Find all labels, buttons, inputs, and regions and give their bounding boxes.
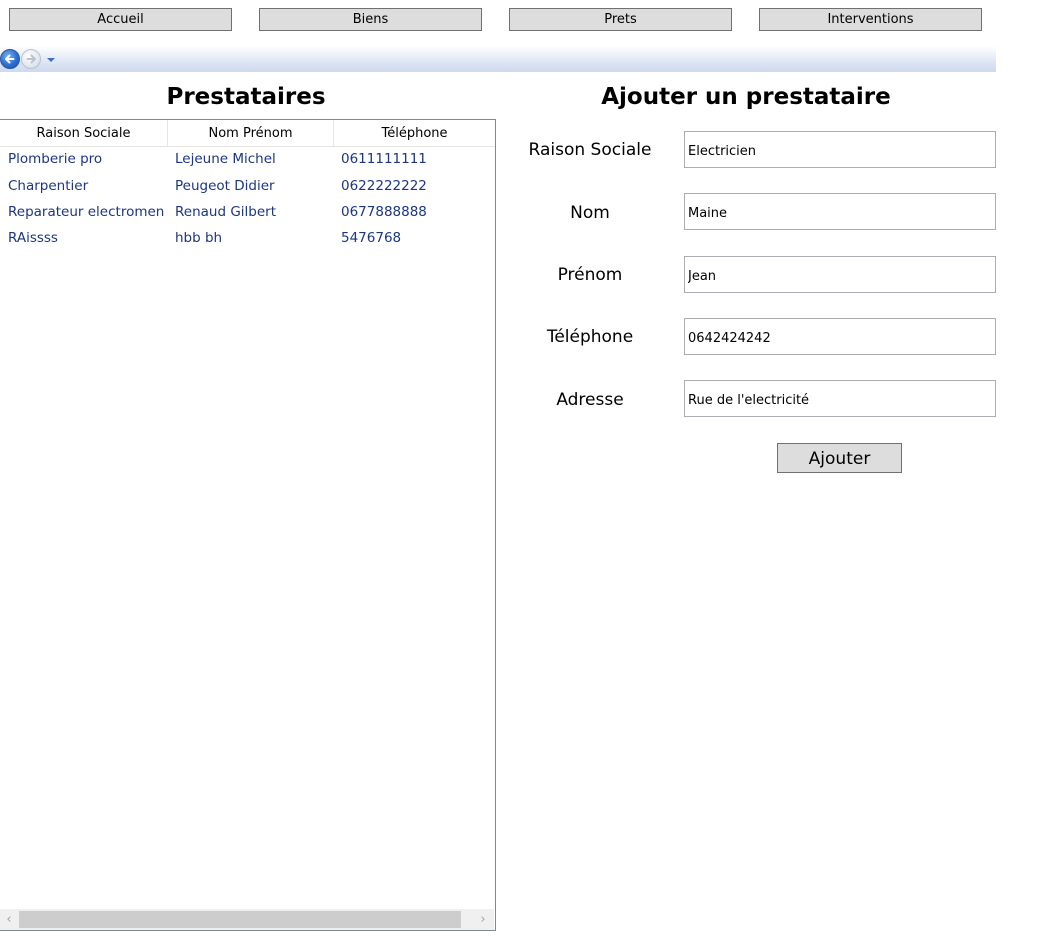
column-header-telephone[interactable]: Téléphone (334, 120, 495, 146)
accueil-button[interactable]: Accueil (9, 8, 232, 31)
table-row[interactable]: RAissss hbb bh 5476768 (0, 225, 495, 251)
ajouter-button[interactable]: Ajouter (777, 443, 902, 473)
biens-button[interactable]: Biens (259, 8, 482, 31)
telephone-input[interactable] (684, 318, 996, 355)
interventions-button[interactable]: Interventions (759, 8, 982, 31)
column-header-raison-sociale[interactable]: Raison Sociale (0, 120, 168, 146)
raison-sociale-input[interactable] (684, 131, 996, 168)
cell-telephone: 0611111111 (341, 151, 427, 167)
cell-telephone: 0677888888 (341, 204, 427, 220)
cell-telephone: 0622222222 (341, 178, 427, 194)
horizontal-scrollbar[interactable]: ‹ › (0, 909, 494, 930)
prets-button[interactable]: Prets (509, 8, 732, 31)
prenom-input[interactable] (684, 256, 996, 293)
nom-input[interactable] (684, 193, 996, 230)
back-arrow-icon[interactable] (0, 49, 20, 69)
cell-nom-prenom: Lejeune Michel (175, 151, 276, 167)
cell-nom-prenom: hbb bh (175, 230, 223, 246)
cell-raison-sociale: RAissss (8, 230, 58, 246)
cell-telephone: 5476768 (341, 230, 402, 246)
cell-raison-sociale: Charpentier (8, 178, 89, 194)
telephone-label: Téléphone (546, 327, 634, 347)
table-row[interactable]: Plomberie pro Lejeune Michel 0611111111 (0, 146, 495, 172)
navigation-bar (0, 46, 996, 72)
adresse-label: Adresse (556, 390, 624, 410)
scroll-left-icon[interactable]: ‹ (0, 909, 18, 930)
cell-raison-sociale: Reparateur electromen (8, 204, 165, 220)
nom-label: Nom (570, 203, 610, 223)
prestataires-grid[interactable]: Raison Sociale Nom Prénom Téléphone Plom… (0, 119, 496, 931)
forward-arrow-icon[interactable] (21, 49, 41, 69)
cell-nom-prenom: Peugeot Didier (175, 178, 275, 194)
cell-raison-sociale: Plomberie pro (8, 151, 103, 167)
chevron-down-icon[interactable] (45, 53, 57, 65)
scrollbar-thumb[interactable] (19, 911, 461, 928)
prenom-label: Prénom (557, 265, 623, 285)
form-title: Ajouter un prestataire (601, 84, 891, 110)
list-title: Prestataires (166, 84, 326, 110)
column-header-nom-prenom[interactable]: Nom Prénom (168, 120, 334, 146)
raison-sociale-label: Raison Sociale (528, 140, 652, 160)
cell-nom-prenom: Renaud Gilbert (175, 204, 277, 220)
scroll-right-icon[interactable]: › (474, 909, 492, 930)
adresse-input[interactable] (684, 380, 996, 417)
table-row[interactable]: Reparateur electromen Renaud Gilbert 067… (0, 199, 495, 225)
table-row[interactable]: Charpentier Peugeot Didier 0622222222 (0, 173, 495, 199)
grid-header: Raison Sociale Nom Prénom Téléphone (0, 120, 495, 147)
